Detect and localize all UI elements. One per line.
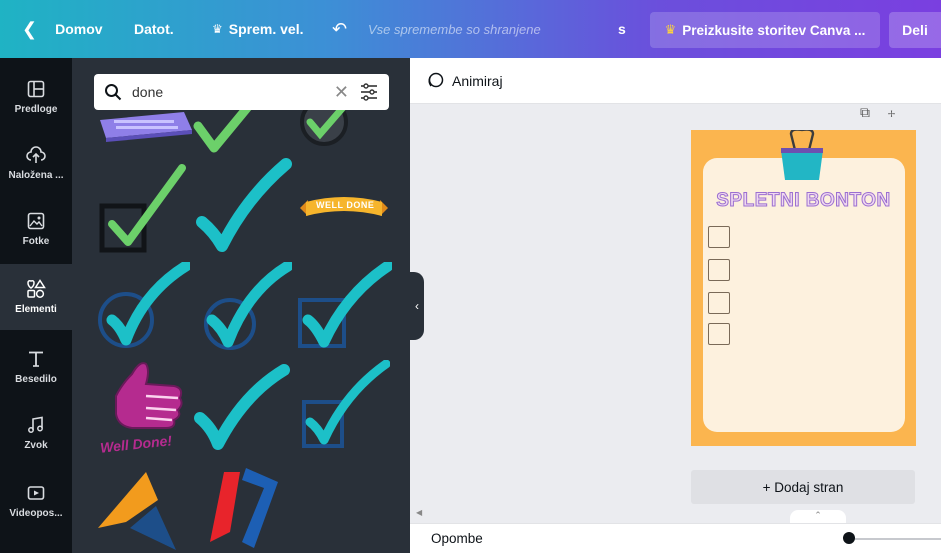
chevron-left-icon: ‹ — [415, 299, 419, 313]
home-label: Domov — [55, 21, 103, 37]
templates-icon — [25, 79, 47, 99]
rail-item-audio[interactable]: Zvok — [0, 400, 72, 466]
zoom-slider-track[interactable] — [846, 538, 941, 540]
thumbs-up-well-done-element[interactable]: Well Done! — [96, 356, 188, 460]
collapse-panel-button[interactable]: ‹ — [410, 272, 424, 340]
rail-item-templates[interactable]: Predloge — [0, 64, 72, 130]
show-notes-button[interactable]: ⌃ — [790, 510, 846, 524]
checkbox-2[interactable] — [708, 259, 730, 281]
editor-toolbar: Animiraj — [410, 58, 941, 104]
zoom-slider-handle[interactable] — [843, 532, 855, 544]
file-menu-button[interactable]: Datot. — [134, 0, 174, 58]
checkbox-1[interactable] — [708, 226, 730, 248]
resize-label: Sprem. vel. — [228, 21, 304, 37]
photos-icon — [25, 211, 47, 231]
top-bar: ❮ Domov Datot. ♛ Sprem. vel. ↶ Vse sprem… — [0, 0, 941, 58]
audio-icon — [25, 415, 47, 435]
crown-icon: ♛ — [664, 22, 677, 37]
checkbox-3[interactable] — [708, 292, 730, 314]
search-bar[interactable]: done ✕ — [94, 74, 389, 110]
notes-label: Opombe — [431, 531, 483, 546]
home-button[interactable]: ❮ Domov — [22, 0, 103, 58]
abstract-logo-element[interactable] — [206, 462, 282, 552]
add-page-button[interactable]: + Dodaj stran — [691, 470, 915, 504]
check-teal-element[interactable] — [192, 158, 292, 258]
page-title[interactable]: SPLETNI BONTON — [691, 190, 916, 212]
search-icon — [105, 84, 122, 101]
save-status: Vse spremembe so shranjene — [368, 21, 541, 37]
well-done-banner-text: WELL DONE — [316, 200, 375, 210]
check-teal-element-2[interactable] — [190, 364, 290, 454]
rail-item-text[interactable]: Besedilo — [0, 334, 72, 400]
page-tools: ⧉ ⧾ — [860, 104, 895, 121]
animate-icon — [428, 72, 444, 87]
share-button[interactable]: Deli — [889, 12, 941, 48]
rail-item-photos[interactable]: Fotke — [0, 196, 72, 262]
user-button[interactable]: s — [618, 0, 626, 58]
chevron-left-icon: ❮ — [22, 18, 38, 39]
search-input[interactable]: done — [132, 84, 324, 100]
duplicate-page-icon[interactable]: ⧉ — [860, 104, 870, 121]
undo-icon: ↶ — [332, 18, 348, 39]
upload-icon — [25, 145, 47, 165]
file-label: Datot. — [134, 21, 174, 37]
rail-item-uploads[interactable]: Naložena ... — [0, 130, 72, 196]
crown-icon: ♛ — [212, 22, 223, 36]
animate-label: Animiraj — [452, 72, 503, 89]
check-box-blue-element-2[interactable] — [298, 360, 390, 456]
rail-item-elements[interactable]: Elementi — [0, 264, 72, 330]
try-canva-pro-button[interactable]: ♛ Preizkusite storitev Canva ... — [650, 12, 880, 48]
elements-panel: done ✕ WELL DONE Well Done! — [72, 58, 410, 553]
binder-clip-icon — [781, 130, 823, 180]
check-box-blue-element[interactable] — [294, 262, 392, 354]
resize-button[interactable]: ♛ Sprem. vel. — [212, 0, 303, 58]
abstract-shape-element[interactable] — [96, 470, 190, 550]
side-rail: Predloge Naložena ... Fotke Elementi Bes… — [0, 58, 72, 553]
design-page[interactable]: SPLETNI BONTON — [691, 130, 916, 446]
thumbs-up-icon — [115, 362, 183, 429]
add-page-icon[interactable]: ⧾ — [888, 104, 895, 121]
check-circle-blue-element-2[interactable] — [196, 262, 292, 352]
check-circle-blue-element[interactable] — [94, 262, 190, 352]
filter-icon[interactable] — [359, 83, 379, 101]
video-icon — [25, 483, 47, 503]
try-label: Preizkusite storitev Canva ... — [682, 22, 866, 38]
rail-item-video[interactable]: Videopos... — [0, 468, 72, 534]
undo-button[interactable]: ↶ — [332, 0, 347, 58]
text-icon — [25, 349, 47, 369]
elements-icon — [25, 279, 47, 299]
animate-button[interactable]: Animiraj — [426, 72, 503, 90]
well-done-banner-element[interactable]: WELL DONE — [298, 194, 390, 222]
check-box-green-element[interactable] — [98, 162, 188, 254]
scroll-left-icon[interactable]: ◀ — [416, 508, 422, 517]
checkbox-4[interactable] — [708, 323, 730, 345]
clear-search-icon[interactable]: ✕ — [334, 82, 349, 103]
